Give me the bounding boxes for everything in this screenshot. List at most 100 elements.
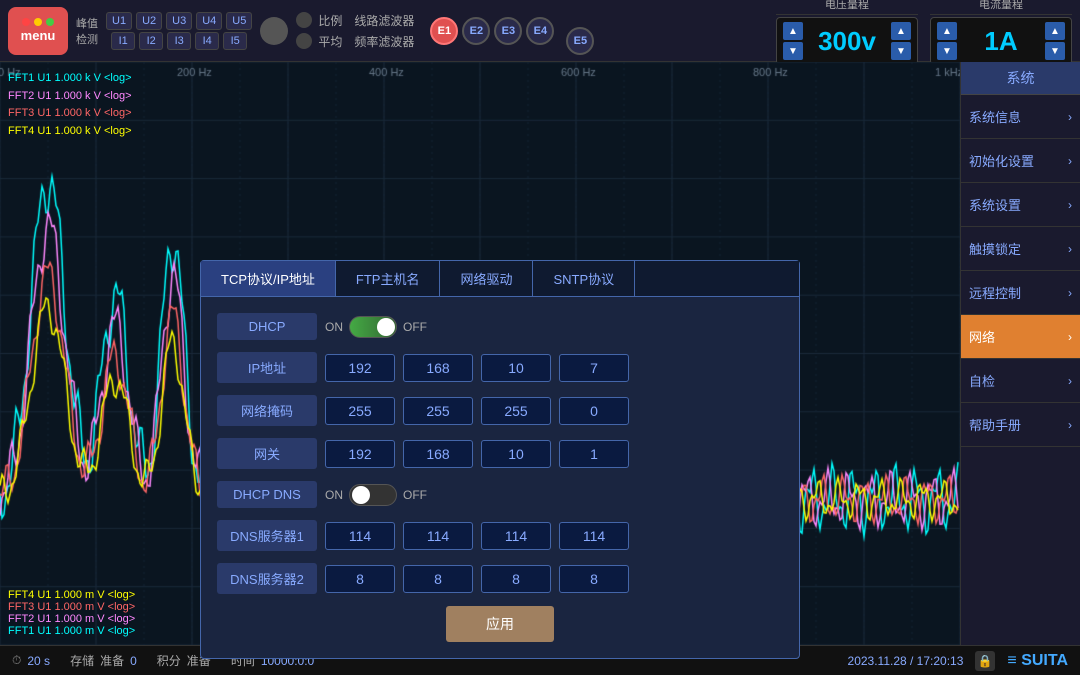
menu-button[interactable]: menu (8, 7, 68, 55)
subnet-field-1[interactable]: 255 (325, 397, 395, 425)
channel-u1[interactable]: U1 (106, 12, 132, 30)
legend-bottom-fft1: FFT1 U1 1.000 m V <log> (8, 625, 135, 637)
dns2-field-3[interactable]: 8 (481, 565, 551, 593)
channel-u4[interactable]: U4 (196, 12, 222, 30)
sidebar-touch-lock-arrow: › (1068, 242, 1072, 256)
sidebar-self-check-label: 自检 (969, 371, 995, 390)
time-scale-icon: ⏱ (12, 653, 21, 668)
storage-value: 0 (130, 654, 137, 668)
sidebar-item-help-manual[interactable]: 帮助手册 › (961, 403, 1080, 447)
channel-u5[interactable]: U5 (226, 12, 252, 30)
dns2-field-2[interactable]: 8 (403, 565, 473, 593)
tab-ftp[interactable]: FTP主机名 (336, 261, 441, 296)
dns1-field-4[interactable]: 114 (559, 522, 629, 550)
suita-logo: ≡ SUITA (1007, 652, 1068, 670)
channel-i3[interactable]: I3 (167, 32, 191, 50)
e-buttons-group: E1 E2 E3 E4 (430, 17, 554, 45)
sidebar-init-settings-label: 初始化设置 (969, 151, 1034, 170)
voltage-up-arrow[interactable]: ▲ (783, 22, 803, 40)
u-channels-group: U1 U2 U3 U4 U5 I1 I2 I3 I4 I5 (106, 12, 252, 50)
dhcp-off-label: OFF (403, 320, 427, 334)
ip-address-row: IP地址 192 168 10 7 (217, 352, 783, 383)
peak-detection-group: 峰值检测 (76, 15, 98, 47)
voltage-value: 300v (807, 26, 887, 57)
freq-filter-label: 频率滤波器 (354, 33, 414, 50)
e3-button[interactable]: E3 (494, 17, 522, 45)
voltage-range-control: ▲ ▼ 300v ▲ ▼ (776, 17, 918, 65)
gateway-field-1[interactable]: 192 (325, 440, 395, 468)
sidebar-item-system-settings[interactable]: 系统设置 › (961, 183, 1080, 227)
channel-u2[interactable]: U2 (136, 12, 162, 30)
sidebar-network-label: 网络 (969, 327, 995, 346)
sidebar-system-info-arrow: › (1068, 110, 1072, 124)
channel-i2[interactable]: I2 (139, 32, 163, 50)
gateway-field-3[interactable]: 10 (481, 440, 551, 468)
legend-fft1: FFT1 U1 1.000 k V <log> (8, 70, 132, 88)
legend-bottom-fft3: FFT3 U1 1.000 m V <log> (8, 601, 135, 613)
tab-sntp[interactable]: SNTP协议 (533, 261, 635, 296)
lock-icon[interactable]: 🔒 (975, 651, 995, 671)
tab-tcp-ip[interactable]: TCP协议/IP地址 (201, 261, 336, 296)
dns1-field-2[interactable]: 114 (403, 522, 473, 550)
channel-u3[interactable]: U3 (166, 12, 192, 30)
e5-button[interactable]: E5 (566, 27, 594, 55)
ip-field-1[interactable]: 192 (325, 354, 395, 382)
sidebar-item-touch-lock[interactable]: 触摸锁定 › (961, 227, 1080, 271)
dns1-field-3[interactable]: 114 (481, 522, 551, 550)
dns2-field-4[interactable]: 8 (559, 565, 629, 593)
e4-button[interactable]: E4 (526, 17, 554, 45)
dns2-field-1[interactable]: 8 (325, 565, 395, 593)
dhcp-toggle[interactable] (349, 316, 397, 338)
current-down-arrow[interactable]: ▼ (937, 42, 957, 60)
current-arrows: ▲ ▼ (937, 22, 957, 60)
filter-group: 比例 平均 (296, 12, 342, 50)
dns1-field-1[interactable]: 114 (325, 522, 395, 550)
e5-button-group: E5 (566, 27, 594, 55)
sidebar-help-manual-arrow: › (1068, 418, 1072, 432)
bottom-right: 2023.11.28 / 17:20:13 🔒 ≡ SUITA (848, 651, 1068, 671)
tab-network-driver[interactable]: 网络驱动 (440, 261, 533, 296)
gateway-field-2[interactable]: 168 (403, 440, 473, 468)
e2-button[interactable]: E2 (462, 17, 490, 45)
voltage-down-arrow[interactable]: ▼ (783, 42, 803, 60)
sidebar-item-init-settings[interactable]: 初始化设置 › (961, 139, 1080, 183)
ratio-dot (296, 12, 312, 28)
ip-field-4[interactable]: 7 (559, 354, 629, 382)
subnet-field-4[interactable]: 0 (559, 397, 629, 425)
current-up2-arrow[interactable]: ▲ (1045, 22, 1065, 40)
storage-item: 存储 准备 0 (70, 652, 137, 669)
current-down2-arrow[interactable]: ▼ (1045, 42, 1065, 60)
dhcp-dns-on-label: ON (325, 488, 343, 502)
datetime: 2023.11.28 / 17:20:13 (848, 654, 964, 668)
voltage-up2-arrow[interactable]: ▲ (891, 22, 911, 40)
ip-field-3[interactable]: 10 (481, 354, 551, 382)
voltage-down2-arrow[interactable]: ▼ (891, 42, 911, 60)
channel-i4[interactable]: I4 (195, 32, 219, 50)
subnet-field-3[interactable]: 255 (481, 397, 551, 425)
sidebar-item-network[interactable]: 网络 › (961, 315, 1080, 359)
sidebar-system-settings-arrow: › (1068, 198, 1072, 212)
sidebar-item-remote-control[interactable]: 远程控制 › (961, 271, 1080, 315)
dns2-label: DNS服务器2 (217, 563, 317, 594)
voltage-range-section: 电压量程 ▲ ▼ 300v ▲ ▼ (776, 0, 918, 65)
sidebar-item-system-info[interactable]: 系统信息 › (961, 95, 1080, 139)
current-arrows-right: ▲ ▼ (1045, 22, 1065, 60)
sidebar-title: 系统 (961, 62, 1080, 95)
channel-i5[interactable]: I5 (223, 32, 247, 50)
sidebar-touch-lock-label: 触摸锁定 (969, 239, 1021, 258)
e1-button[interactable]: E1 (430, 17, 458, 45)
gateway-field-4[interactable]: 1 (559, 440, 629, 468)
sidebar-self-check-arrow: › (1068, 374, 1072, 388)
ip-field-2[interactable]: 168 (403, 354, 473, 382)
current-up-arrow[interactable]: ▲ (937, 22, 957, 40)
legend-fft2: FFT2 U1 1.000 k V <log> (8, 88, 132, 106)
sidebar-item-self-check[interactable]: 自检 › (961, 359, 1080, 403)
dns1-label: DNS服务器1 (217, 520, 317, 551)
subnet-field-2[interactable]: 255 (403, 397, 473, 425)
channel-i1[interactable]: I1 (111, 32, 135, 50)
dhcp-toggle-thumb (377, 318, 395, 336)
dhcp-dns-toggle-group: ON OFF (325, 484, 427, 506)
dns1-row: DNS服务器1 114 114 114 114 (217, 520, 783, 551)
apply-button[interactable]: 应用 (446, 606, 554, 642)
dhcp-dns-toggle[interactable] (349, 484, 397, 506)
